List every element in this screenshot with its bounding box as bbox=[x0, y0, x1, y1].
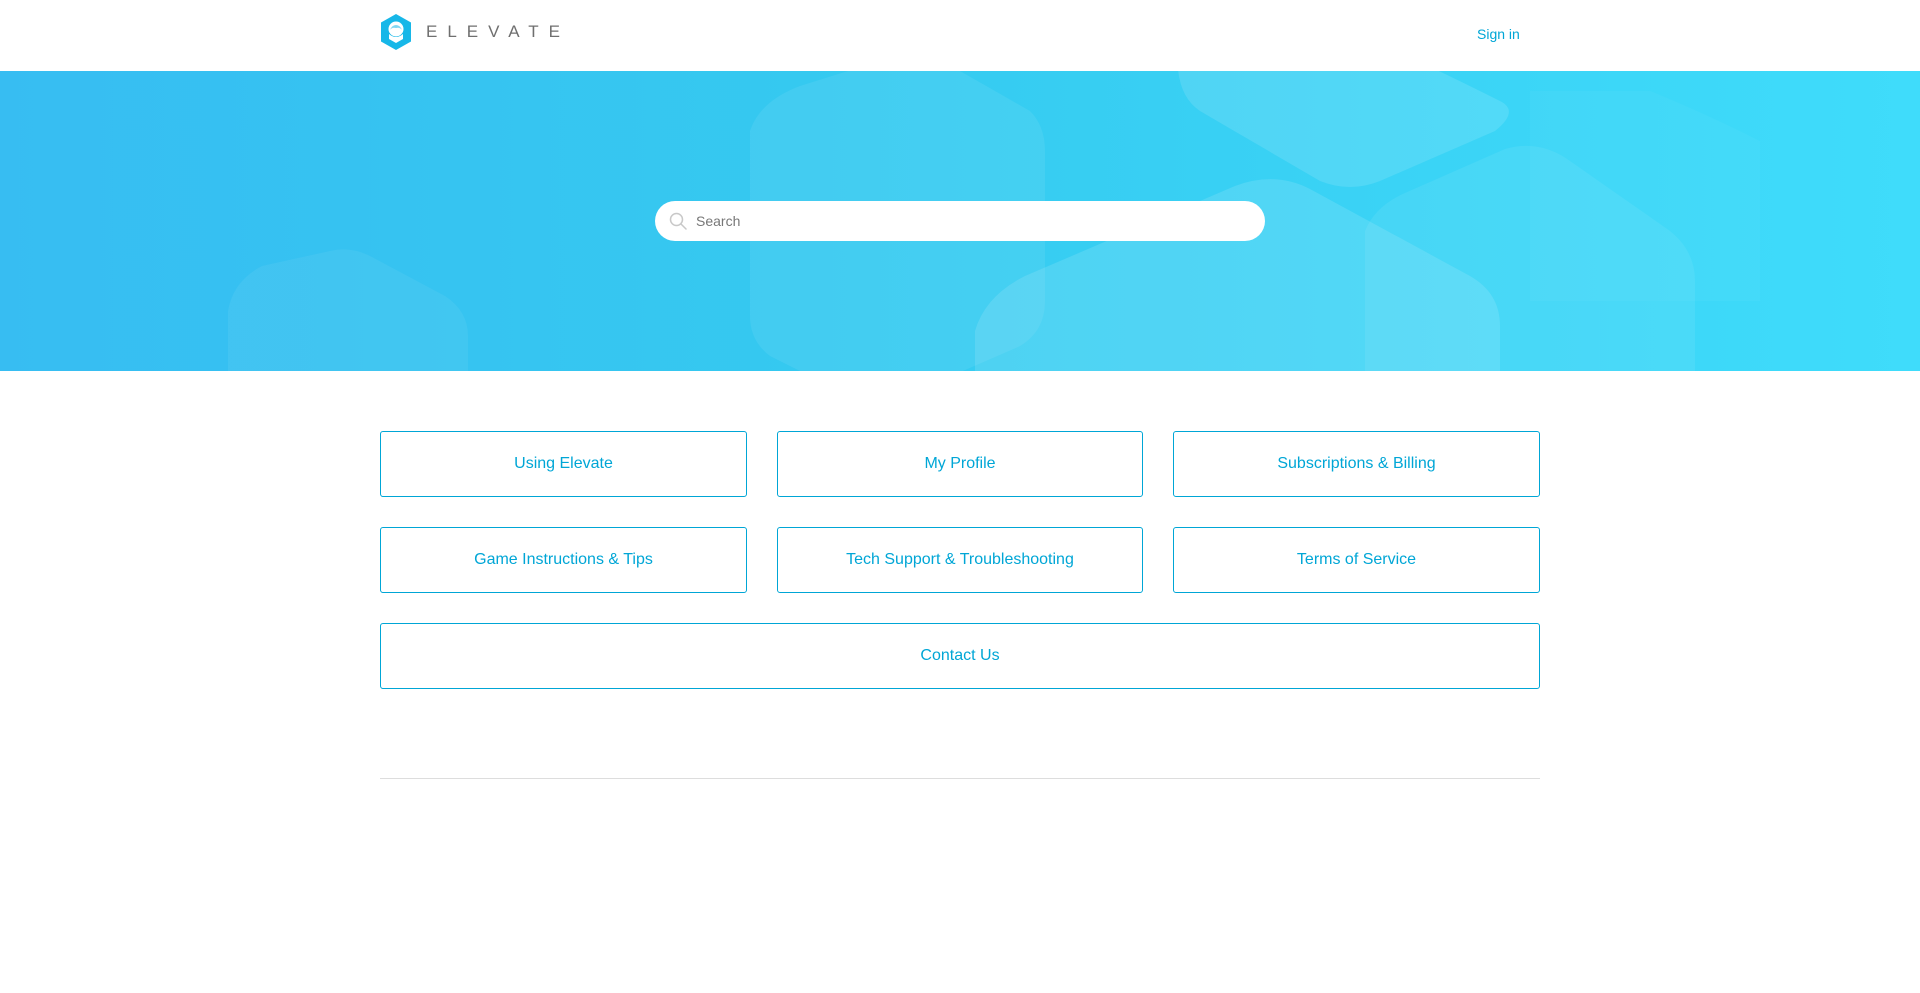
sign-in-link[interactable]: Sign in bbox=[1477, 26, 1520, 42]
search-input[interactable] bbox=[696, 201, 1246, 241]
hexagon-brain-logo-icon bbox=[381, 14, 411, 50]
search-icon bbox=[669, 212, 687, 230]
category-using-elevate[interactable]: Using Elevate bbox=[380, 431, 747, 497]
brand-logo-link[interactable]: ELEVATE bbox=[379, 13, 570, 51]
hero-banner bbox=[0, 71, 1920, 371]
category-my-profile[interactable]: My Profile bbox=[777, 431, 1143, 497]
category-tech-support[interactable]: Tech Support & Troubleshooting bbox=[777, 527, 1143, 593]
site-header: ELEVATE Sign in bbox=[0, 0, 1920, 71]
footer-divider bbox=[380, 778, 1540, 779]
search-bar bbox=[655, 201, 1265, 241]
category-contact-us[interactable]: Contact Us bbox=[380, 623, 1540, 689]
category-terms-of-service[interactable]: Terms of Service bbox=[1173, 527, 1540, 593]
category-game-instructions-tips[interactable]: Game Instructions & Tips bbox=[380, 527, 747, 593]
category-subscriptions-billing[interactable]: Subscriptions & Billing bbox=[1173, 431, 1540, 497]
brand-name: ELEVATE bbox=[426, 22, 571, 41]
